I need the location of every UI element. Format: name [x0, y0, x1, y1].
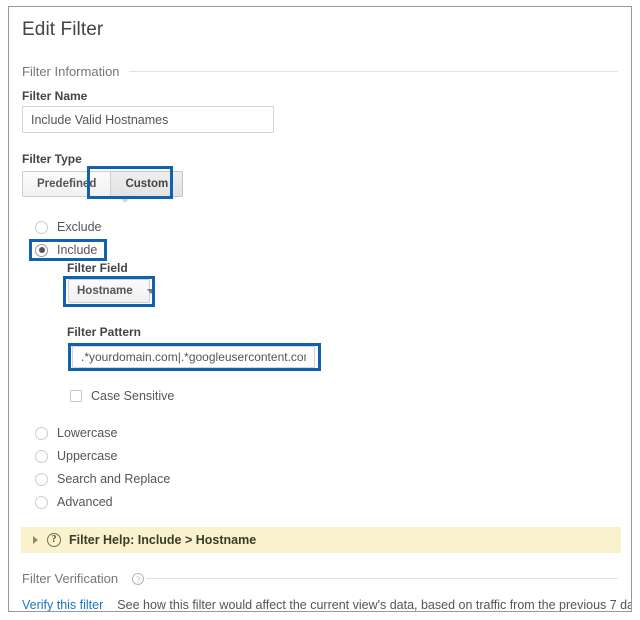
section-title-filter-verification: Filter Verification: [22, 571, 119, 586]
filter-pattern-label: Filter Pattern: [67, 325, 142, 339]
filter-help-text: Filter Help: Include > Hostname: [69, 533, 257, 547]
section-title-filter-information: Filter Information: [22, 64, 120, 79]
section-divider: [128, 71, 618, 72]
case-sensitive-checkbox[interactable]: [70, 390, 82, 402]
filter-name-input[interactable]: [22, 106, 274, 133]
filter-type-button-group: Predefined Custom: [22, 171, 184, 197]
case-sensitive-label: Case Sensitive: [91, 389, 175, 403]
filter-help-bar[interactable]: ? Filter Help: Include > Hostname: [21, 527, 621, 553]
filter-field-label: Filter Field: [67, 261, 128, 275]
filter-pattern-input[interactable]: [72, 346, 315, 368]
verification-description: See how this filter would affect the cur…: [117, 598, 632, 612]
chevron-down-icon: [146, 288, 155, 294]
page-title: Edit Filter: [22, 19, 104, 40]
radio-include-indicator[interactable]: [35, 243, 48, 257]
filter-field-selected-value: Hostname: [77, 285, 133, 297]
filter-type-label: Filter Type: [22, 152, 82, 166]
filter-type-custom-button[interactable]: Custom: [111, 171, 184, 197]
radio-advanced-label: Advanced: [57, 495, 113, 509]
radio-lowercase-label: Lowercase: [57, 426, 118, 440]
verification-row: Verify this filter See how this filter w…: [22, 598, 632, 612]
question-mark-icon[interactable]: ?: [47, 533, 61, 547]
case-sensitive-checkbox-row[interactable]: Case Sensitive: [70, 388, 174, 404]
radio-exclude-label: Exclude: [57, 220, 102, 234]
filter-type-predefined-button[interactable]: Predefined: [22, 171, 112, 197]
radio-exclude-indicator[interactable]: [35, 220, 48, 234]
filter-field-select[interactable]: Hostname: [68, 279, 155, 303]
question-mark-icon-verification[interactable]: ?: [132, 572, 145, 585]
radio-include-label: Include: [57, 243, 98, 257]
radio-include[interactable]: Include: [35, 241, 97, 259]
radio-uppercase-label: Uppercase: [57, 449, 118, 463]
radio-lowercase[interactable]: Lowercase: [35, 424, 117, 442]
radio-advanced-indicator[interactable]: [35, 495, 48, 509]
filter-name-label: Filter Name: [22, 89, 88, 103]
radio-exclude[interactable]: Exclude: [35, 218, 101, 236]
radio-search-and-replace-indicator[interactable]: [35, 472, 48, 486]
radio-uppercase[interactable]: Uppercase: [35, 447, 117, 465]
radio-search-and-replace[interactable]: Search and Replace: [35, 470, 170, 488]
edit-filter-panel: Edit Filter Filter Information Filter Na…: [8, 6, 632, 612]
radio-advanced[interactable]: Advanced: [35, 493, 113, 511]
section-header-filter-verification: Filter Verification ?: [22, 571, 618, 586]
section-header-filter-information: Filter Information: [22, 64, 618, 79]
radio-lowercase-indicator[interactable]: [35, 426, 48, 440]
radio-uppercase-indicator[interactable]: [35, 449, 48, 463]
selected-type-caret-icon: [120, 198, 130, 203]
verify-this-filter-link[interactable]: Verify this filter: [22, 598, 103, 611]
radio-search-and-replace-label: Search and Replace: [57, 472, 171, 486]
triangle-right-icon[interactable]: [33, 536, 38, 544]
section-divider-verification: [146, 578, 618, 579]
